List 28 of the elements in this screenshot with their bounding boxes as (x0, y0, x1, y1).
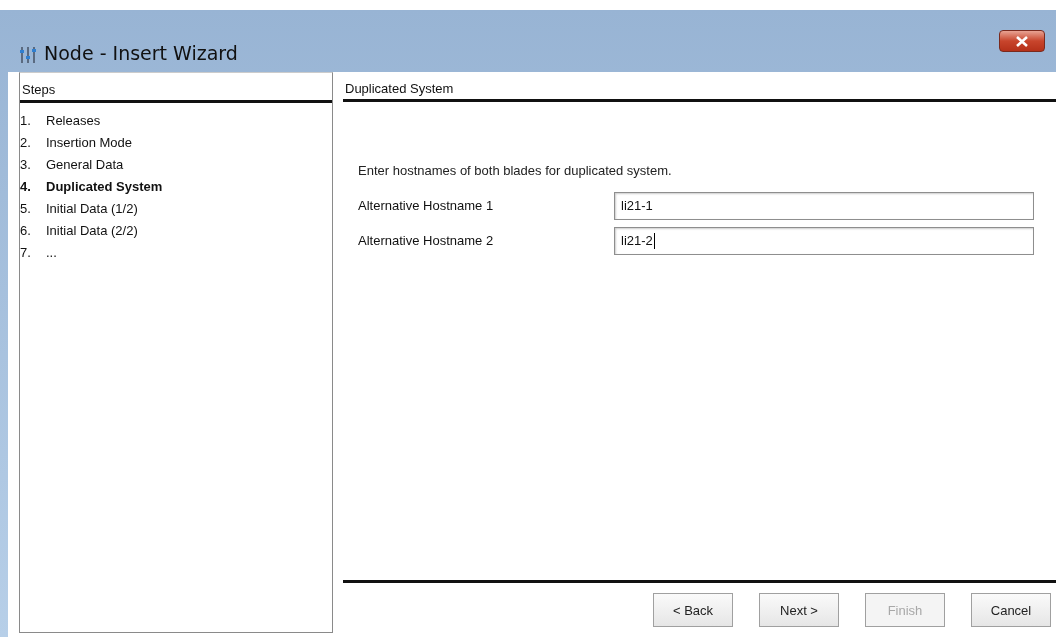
step-number: 4. (20, 178, 32, 194)
step-label: Releases (46, 112, 101, 128)
step-number: 1. (20, 112, 32, 128)
step-label: Duplicated System (46, 178, 163, 194)
wizard-button[interactable]: Next > (759, 593, 839, 627)
page-heading: Duplicated System (344, 80, 455, 98)
wizard-button[interactable]: < Back (653, 593, 733, 627)
step-number: 6. (20, 222, 32, 238)
step-label: Initial Data (2/2) (46, 222, 138, 238)
close-button[interactable] (999, 30, 1045, 52)
close-icon (1016, 35, 1028, 47)
hostname-field[interactable]: li21-1 (614, 191, 1034, 220)
steps-heading: Steps (21, 81, 57, 99)
step-label: ... (46, 244, 57, 260)
hostname-field[interactable]: li21-2 (614, 226, 1034, 255)
step-number: 3. (20, 156, 32, 172)
step-number: 7. (20, 244, 32, 260)
field-label: Alternative Hostname 2 (358, 233, 495, 248)
step-number: 2. (20, 134, 32, 150)
window-title: Node - Insert Wizard (44, 42, 238, 64)
step-label: General Data (46, 156, 124, 172)
step-label: Initial Data (1/2) (46, 200, 138, 216)
instruction-text: Enter hostnames of both blades for duplicated system. (358, 163, 673, 178)
sliders-icon (20, 46, 36, 64)
step-label: Insertion Mode (46, 134, 132, 150)
step-number: 5. (20, 200, 32, 216)
field-label: Alternative Hostname 1 (358, 198, 495, 213)
wizard-button[interactable]: Cancel (971, 593, 1051, 627)
